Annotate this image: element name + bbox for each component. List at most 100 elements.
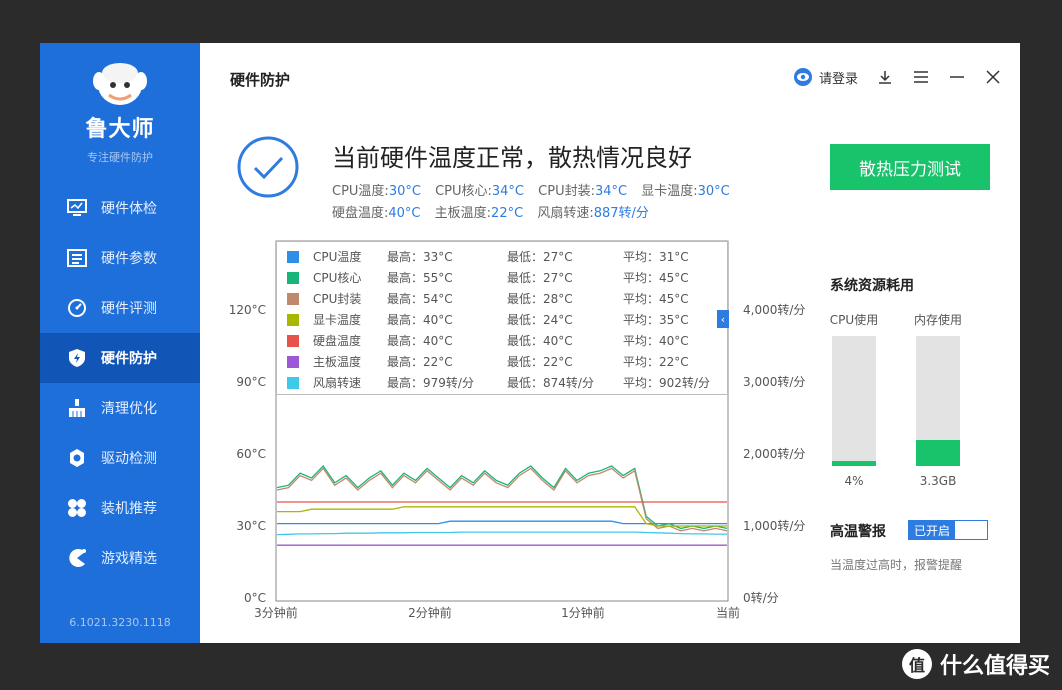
collapse-legend-button[interactable]: ‹	[717, 310, 729, 328]
legend-row: 硬盘温度 最高：40°C 最低：40°C 平均：40°C	[287, 330, 717, 351]
gauge-icon	[66, 297, 88, 319]
toggle-on-label: 已开启	[909, 521, 955, 539]
legend-series-name: 风扇转速	[313, 376, 362, 390]
legend-row: 主板温度 最高：22°C 最低：22°C 平均：22°C	[287, 351, 717, 372]
legend-swatch	[287, 313, 299, 326]
main-panel: 硬件防护 请登录 当前硬件温度正常，散热情况良好 CPU温度:30°C CPU核…	[200, 43, 1020, 643]
sidebar: 鲁大师 专注硬件防护 硬件体检 硬件参数 硬件评测 硬件防护 清理优化 驱动检测…	[40, 43, 200, 643]
reading-value: 22°C	[491, 206, 524, 221]
reading-label: 显卡温度:	[641, 184, 698, 199]
sidebar-item-games[interactable]: 游戏精选	[40, 533, 200, 583]
gear-icon	[66, 447, 88, 469]
reading-label: CPU温度:	[332, 184, 389, 199]
legend-min: 最低：40°C	[507, 334, 573, 348]
y-right-tick-label: 2,000转/分	[743, 446, 805, 461]
reading-label: 风扇转速:	[537, 206, 594, 221]
y-right-tick-label: 0转/分	[743, 590, 779, 605]
legend-max: 最高：55°C	[387, 271, 453, 285]
login-button[interactable]: 请登录	[793, 67, 858, 87]
legend-row: 显卡温度 最高：40°C 最低：24°C 平均：35°C	[287, 309, 717, 330]
legend-max: 最高：40°C	[387, 334, 453, 348]
legend-min: 最低：874转/分	[507, 376, 594, 390]
sidebar-item-hardware-check[interactable]: 硬件体检	[40, 183, 200, 233]
monitor-icon	[66, 197, 88, 219]
reading-value: 887转/分	[593, 206, 649, 221]
legend-avg: 平均：22°C	[623, 355, 689, 369]
legend-avg: 平均：40°C	[623, 334, 689, 348]
user-avatar-icon	[793, 68, 812, 86]
brand-tagline: 专注硬件防护	[87, 151, 153, 164]
memory-usage-fill	[916, 440, 960, 466]
legend-series-name: CPU封装	[313, 292, 362, 306]
minimize-icon[interactable]	[948, 68, 966, 86]
sidebar-item-label: 装机推荐	[101, 501, 157, 517]
high-temp-alarm-desc: 当温度过高时，报警提醒	[830, 558, 963, 572]
resource-title: 系统资源耗用	[830, 278, 914, 294]
legend-series-name: 硬盘温度	[313, 334, 362, 348]
legend-series-name: CPU核心	[313, 271, 362, 285]
sidebar-item-cleanup[interactable]: 清理优化	[40, 383, 200, 433]
legend-row: CPU封装 最高：54°C 最低：28°C 平均：45°C	[287, 288, 717, 309]
page-title: 硬件防护	[230, 71, 291, 89]
stress-test-button[interactable]: 散热压力测试	[830, 144, 990, 190]
menu-icon[interactable]	[912, 68, 930, 86]
check-circle-icon	[236, 135, 300, 203]
legend-swatch	[287, 334, 299, 347]
high-temp-alarm-toggle[interactable]: 已开启	[908, 520, 988, 540]
high-temp-alarm-label: 高温警报	[830, 524, 886, 540]
y-left-tick-label: 30°C	[236, 519, 266, 533]
readings-line-1: CPU温度:30°C CPU核心:34°C CPU封装:34°C 显卡温度:30…	[332, 181, 740, 203]
reading-label: CPU核心:	[435, 184, 492, 199]
list-icon	[66, 247, 88, 269]
watermark: 值 什么值得买	[901, 648, 1050, 680]
app-window: 鲁大师 专注硬件防护 硬件体检 硬件参数 硬件评测 硬件防护 清理优化 驱动检测…	[40, 43, 1020, 643]
y-right-tick-label: 1,000转/分	[743, 518, 805, 533]
legend-swatch	[287, 376, 299, 389]
sidebar-item-build-recommend[interactable]: 装机推荐	[40, 483, 200, 533]
download-icon[interactable]	[876, 68, 894, 86]
shield-icon	[66, 347, 88, 369]
y-right-tick-label: 4,000转/分	[743, 302, 805, 317]
legend-max: 最高：33°C	[387, 250, 453, 264]
reading-label: 硬盘温度:	[332, 206, 389, 221]
x-tick-label: 2分钟前	[408, 605, 452, 620]
broom-icon	[66, 397, 88, 419]
legend-series-name: CPU温度	[313, 250, 362, 264]
legend-swatch	[287, 355, 299, 368]
legend-row: CPU温度 最高：33°C 最低：27°C 平均：31°C	[287, 246, 717, 267]
cpu-usage-value: 4%	[844, 474, 864, 488]
legend-min: 最低：27°C	[507, 250, 573, 264]
cpu-usage: CPU使用 4%	[824, 311, 884, 488]
y-right-tick-label: 3,000转/分	[743, 374, 805, 389]
legend-max: 最高：40°C	[387, 313, 453, 327]
legend-avg: 平均：902转/分	[623, 376, 710, 390]
legend-min: 最低：28°C	[507, 292, 573, 306]
version-label: 6.1021.3230.1118	[69, 616, 171, 629]
legend-swatch	[287, 250, 299, 263]
memory-usage-bar	[916, 336, 960, 466]
gamepad-icon	[66, 547, 88, 569]
watermark-logo: 值	[901, 649, 932, 679]
reading-value: 30°C	[697, 184, 730, 199]
sidebar-item-hardware-benchmark[interactable]: 硬件评测	[40, 283, 200, 333]
sidebar-item-label: 硬件防护	[101, 351, 157, 367]
cpu-usage-fill	[832, 460, 876, 466]
status-headline: 当前硬件温度正常，散热情况良好	[332, 144, 692, 172]
memory-usage-value: 3.3GB	[919, 474, 957, 488]
legend-min: 最低：27°C	[507, 271, 573, 285]
sidebar-item-hardware-protection[interactable]: 硬件防护	[40, 333, 200, 383]
y-left-tick-label: 90°C	[236, 375, 266, 389]
memory-usage: 内存使用 3.3GB	[908, 311, 968, 488]
login-label: 请登录	[818, 71, 858, 87]
toggle-off-area	[955, 521, 987, 539]
sidebar-item-driver[interactable]: 驱动检测	[40, 433, 200, 483]
sidebar-item-label: 清理优化	[101, 401, 157, 417]
legend-series-name: 主板温度	[313, 355, 362, 369]
y-left-tick-label: 60°C	[236, 447, 266, 461]
close-icon[interactable]	[984, 68, 1002, 86]
reading-label: CPU封装:	[538, 184, 595, 199]
legend-swatch	[287, 292, 299, 305]
sidebar-item-hardware-params[interactable]: 硬件参数	[40, 233, 200, 283]
watermark-text: 什么值得买	[939, 654, 1050, 679]
reading-value: 40°C	[388, 206, 421, 221]
